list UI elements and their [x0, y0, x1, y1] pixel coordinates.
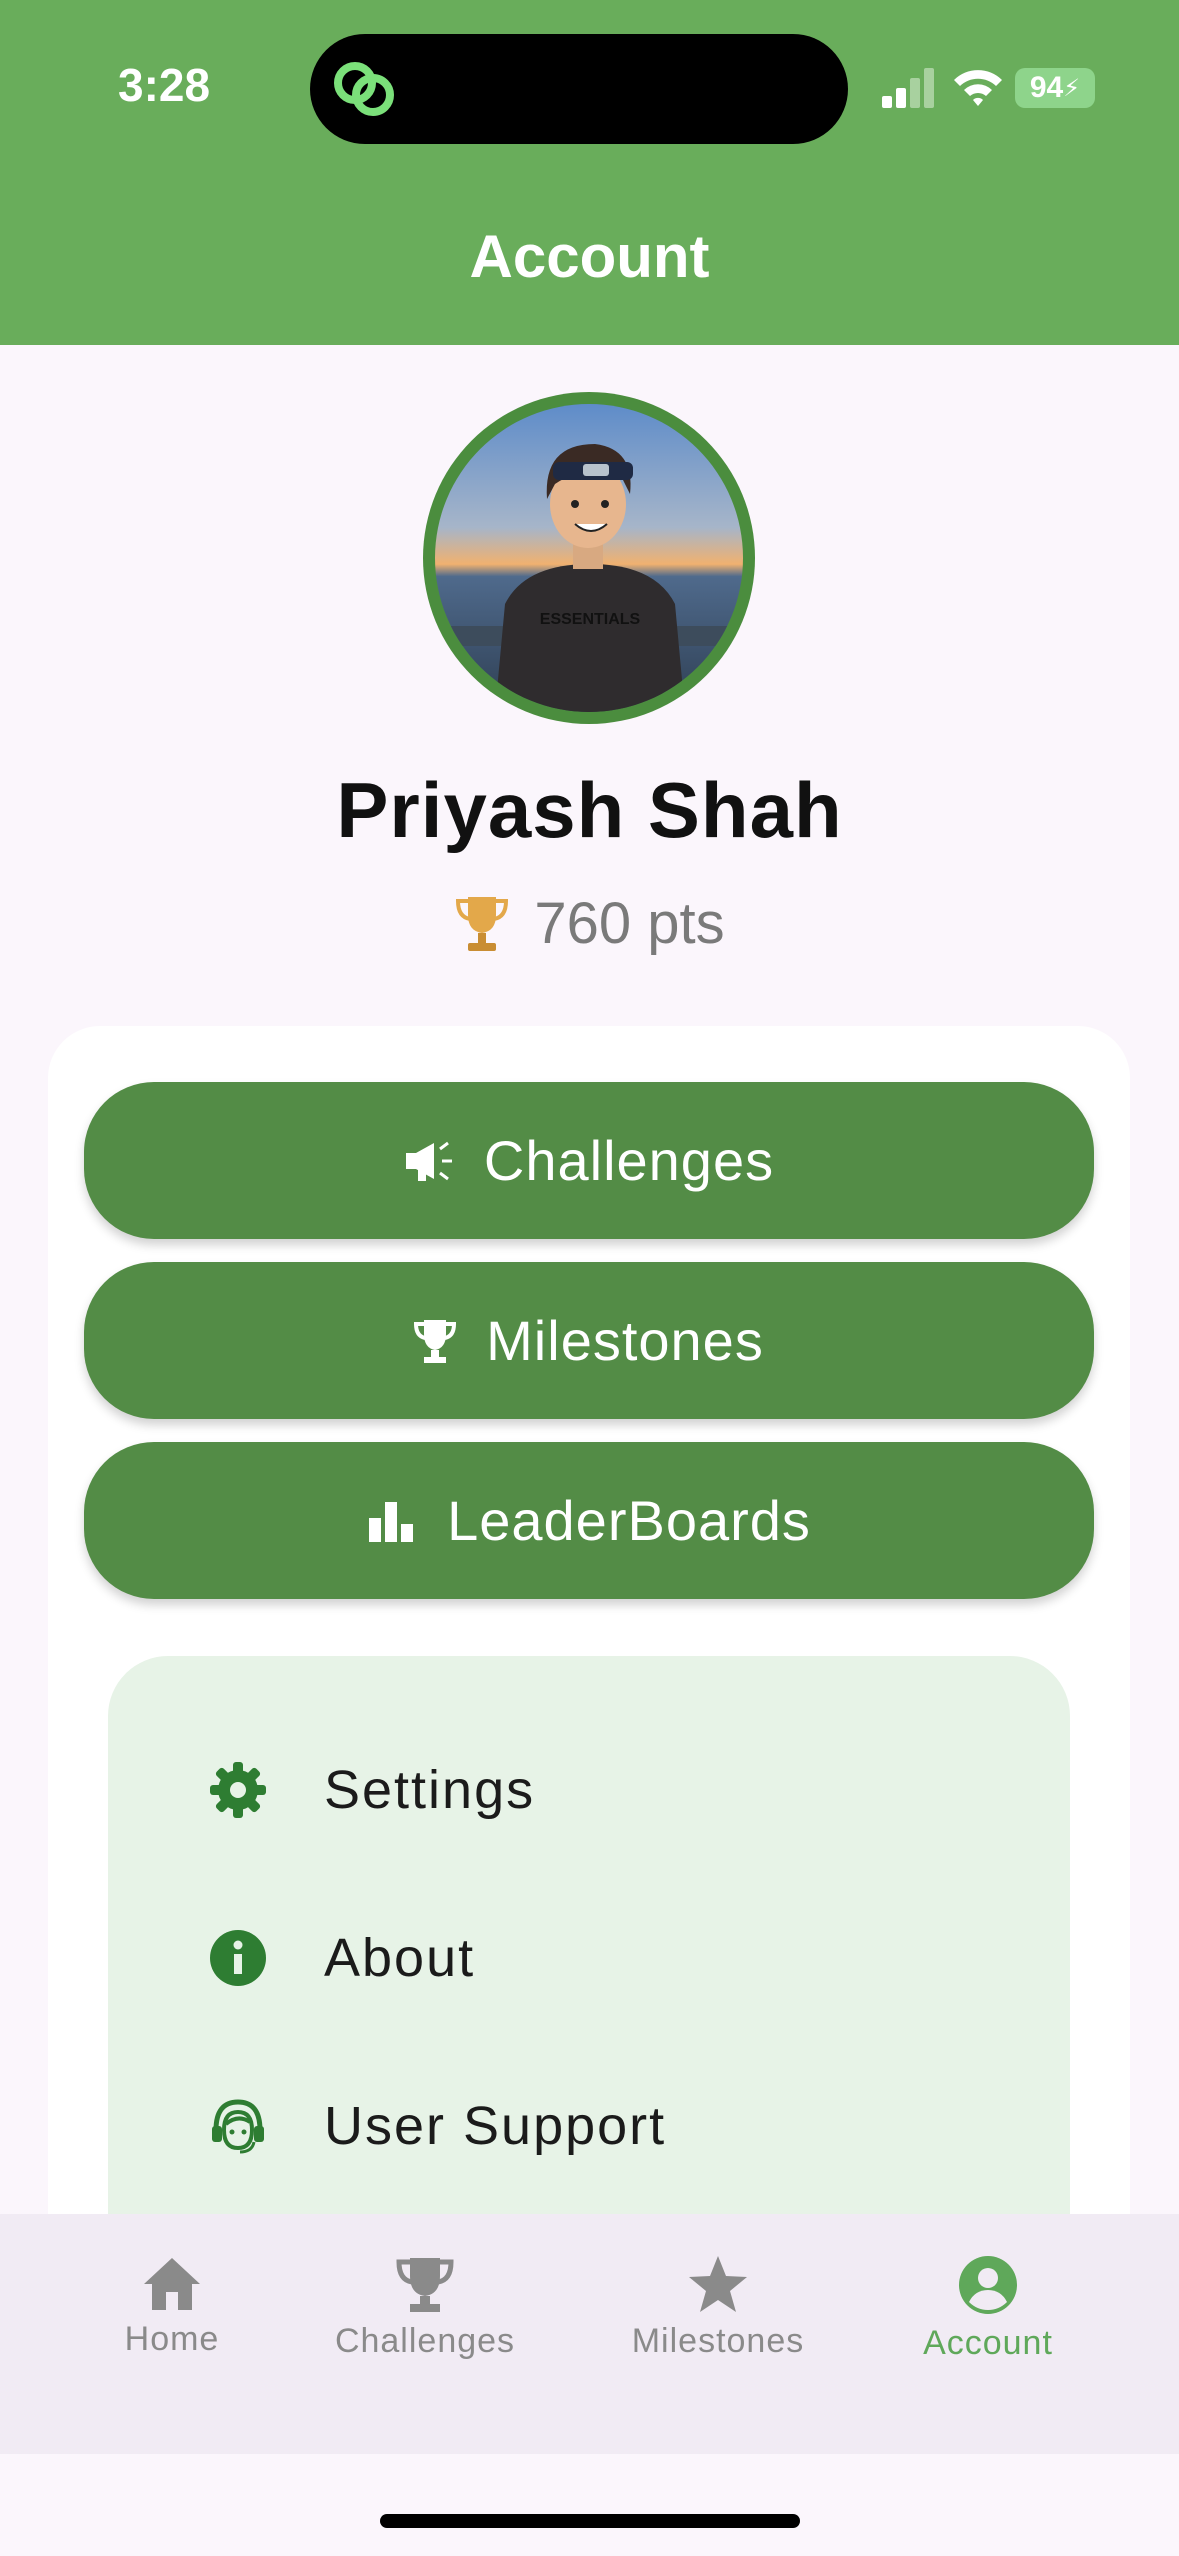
menu-item-settings-label: Settings [324, 1760, 536, 1820]
support-agent-icon [212, 2099, 264, 2154]
app-header: 3:28 94 ⚡ Account [0, 0, 1179, 345]
battery-level: 94 [1029, 71, 1064, 104]
home-indicator[interactable] [380, 2514, 800, 2528]
menu-item-settings[interactable]: Settings [208, 1740, 1008, 1840]
trophy-icon [414, 1319, 457, 1363]
shirt-text: ESSENTIALS [540, 611, 641, 628]
challenges-button[interactable]: Challenges [84, 1082, 1094, 1239]
nav-milestones[interactable]: Milestones [598, 2254, 838, 2361]
menu-item-about[interactable]: About [208, 1908, 1008, 2008]
gear-icon [210, 1762, 266, 1818]
menu-item-user-support[interactable]: User Support [208, 2076, 1008, 2176]
wifi-icon [954, 70, 1002, 106]
bar-chart-icon [369, 1501, 414, 1542]
trophy-icon [396, 2258, 454, 2312]
cellular-signal-icon [882, 68, 934, 108]
menu-item-about-label: About [324, 1928, 476, 1988]
bottom-navigation: Home Challenges Milestones Account [0, 2214, 1179, 2454]
link-app-icon [334, 62, 394, 116]
points-value: 760 pts [534, 891, 725, 956]
status-time: 3:28 [118, 59, 211, 111]
battery-indicator: 94 ⚡ [1015, 68, 1095, 108]
avatar-illustration: ESSENTIALS [435, 444, 743, 712]
star-icon [689, 2256, 747, 2312]
leaderboards-button-label: LeaderBoards [447, 1489, 811, 1552]
nav-account-label: Account [923, 2324, 1053, 2362]
avatar[interactable]: ESSENTIALS [423, 392, 755, 724]
profile-name: Priyash Shah [336, 766, 843, 854]
nav-challenges[interactable]: Challenges [305, 2254, 545, 2361]
nav-home-label: Home [124, 2320, 220, 2358]
menu-item-user-support-label: User Support [324, 2096, 667, 2156]
trophy-icon [456, 896, 509, 951]
account-circle-icon [959, 2256, 1017, 2314]
nav-home[interactable]: Home [52, 2254, 292, 2359]
charging-bolt-icon: ⚡ [1063, 74, 1081, 102]
milestones-button[interactable]: Milestones [84, 1262, 1094, 1419]
challenges-button-label: Challenges [483, 1129, 775, 1192]
nav-milestones-label: Milestones [631, 2322, 805, 2360]
home-icon [144, 2258, 200, 2310]
avatar-image: ESSENTIALS [435, 404, 743, 712]
milestones-button-label: Milestones [486, 1309, 764, 1372]
page-title: Account [469, 223, 710, 290]
points-display: 760 pts [0, 890, 1179, 957]
leaderboards-button[interactable]: LeaderBoards [84, 1442, 1094, 1599]
info-icon [210, 1930, 266, 1986]
nav-challenges-label: Challenges [334, 2322, 516, 2360]
megaphone-icon [405, 1141, 452, 1181]
dynamic-island [310, 34, 848, 144]
nav-account[interactable]: Account [868, 2254, 1108, 2363]
